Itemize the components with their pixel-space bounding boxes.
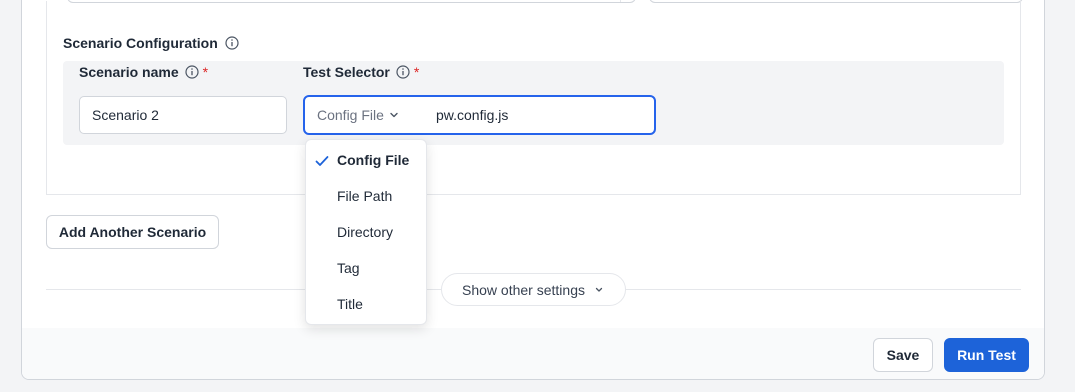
scenario-config-title-text: Scenario Configuration [63,35,218,51]
scenario-name-value: Scenario 2 [92,107,159,123]
dropdown-item-tag[interactable]: Tag [306,250,426,286]
run-test-button[interactable]: Run Test [944,338,1029,372]
scenario-config-title: Scenario Configuration [63,35,239,51]
selector-value: pw.config.js [436,107,509,123]
info-icon[interactable] [225,36,239,50]
chevron-down-icon [388,109,400,121]
test-selector-label-text: Test Selector [303,64,390,80]
info-icon[interactable] [185,65,199,79]
selector-type-dropdown: Config File File Path Directory Tag Titl… [305,139,427,325]
test-selector-input[interactable]: Config File pw.config.js [303,95,656,135]
save-button[interactable]: Save [873,338,933,372]
add-another-scenario-button[interactable]: Add Another Scenario [46,215,219,249]
dropdown-item-label: Directory [337,224,394,240]
dropdown-item-label: Tag [337,260,360,276]
check-icon [315,154,329,166]
scenario-name-input[interactable]: Scenario 2 [79,96,287,134]
dropdown-item-file-path[interactable]: File Path [306,178,426,214]
test-selector-label: Test Selector * [303,64,419,80]
chevron-down-icon [593,284,605,296]
show-other-settings-label: Show other settings [462,281,585,298]
dropdown-item-label: Config File [337,152,410,168]
test-config-card: Scenario Configuration Scenario name * S… [21,0,1045,380]
dropdown-item-label: File Path [337,188,393,204]
scenario-name-label: Scenario name * [79,64,208,80]
required-marker: * [202,64,209,80]
selector-type-value: Config File [317,107,384,123]
dropdown-item-directory[interactable]: Directory [306,214,426,250]
selector-type-select[interactable]: Config File [305,107,427,123]
dropdown-item-title[interactable]: Title [306,286,426,322]
show-other-settings-button[interactable]: Show other settings [441,273,626,306]
dropdown-item-label: Title [337,296,363,312]
required-marker: * [413,64,420,80]
info-icon[interactable] [396,65,410,79]
scenario-name-label-text: Scenario name [79,64,179,80]
dropdown-item-config-file[interactable]: Config File [306,142,426,178]
